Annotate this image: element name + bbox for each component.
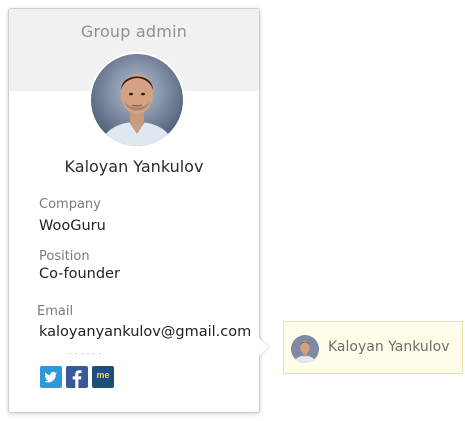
avatar[interactable] <box>91 54 183 146</box>
me-icon: me <box>96 370 110 380</box>
aboutme-link[interactable]: me <box>92 366 114 388</box>
popover-arrow <box>258 337 269 357</box>
facebook-link[interactable] <box>66 366 88 388</box>
chip-avatar-photo <box>291 335 319 363</box>
position-label: Position <box>39 249 90 264</box>
position-value: Co-founder <box>39 266 120 282</box>
user-profile-card: Group admin Kaloyan Yankulov Company Woo… <box>8 8 260 413</box>
divider <box>69 353 105 354</box>
chip-avatar <box>291 335 319 363</box>
user-mention-chip[interactable]: Kaloyan Yankulov <box>283 321 463 374</box>
twitter-icon <box>44 371 57 383</box>
popover-stage: Group admin Kaloyan Yankulov Company Woo… <box>0 0 465 421</box>
company-value: WooGuru <box>39 218 106 234</box>
twitter-link[interactable] <box>40 366 62 388</box>
user-name: Kaloyan Yankulov <box>64 157 204 176</box>
facebook-icon <box>72 370 82 388</box>
company-label: Company <box>39 197 101 212</box>
email-label: Email <box>37 304 74 319</box>
avatar-photo <box>91 54 183 146</box>
chip-user-name: Kaloyan Yankulov <box>328 339 450 355</box>
role-label: Group admin <box>80 22 188 41</box>
email-value[interactable]: kaloyanyankulov@gmail.com <box>39 324 251 340</box>
